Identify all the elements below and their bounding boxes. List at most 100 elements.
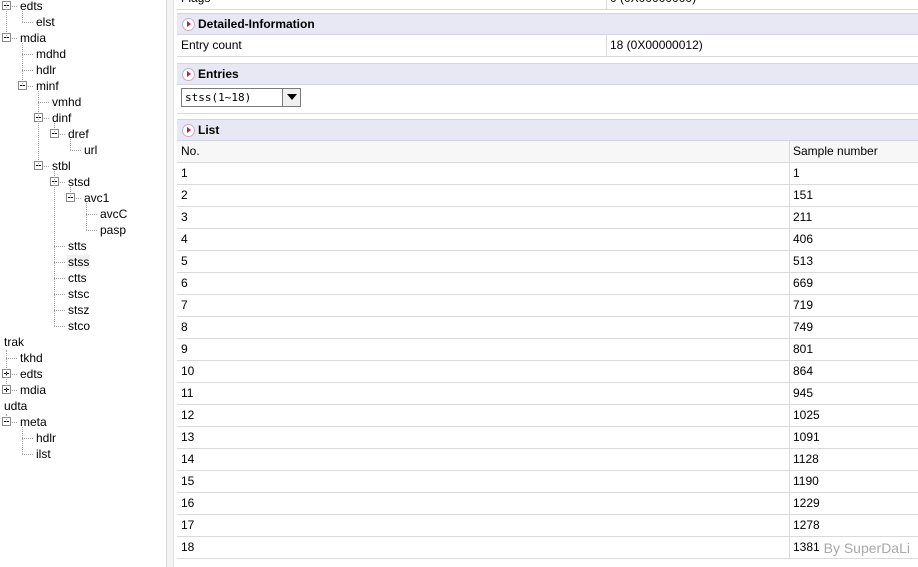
row-no: 14 [181, 452, 195, 466]
row-no: 15 [181, 474, 195, 488]
table-row[interactable]: 17 1278 [177, 515, 918, 537]
expand-arrow-icon[interactable] [182, 124, 195, 137]
table-row[interactable]: 11 945 [177, 383, 918, 405]
list-header[interactable]: List [177, 119, 918, 141]
dropdown-arrow-icon[interactable] [282, 89, 300, 106]
row-sample-number: 1025 [793, 408, 820, 422]
row-sample-number: 1128 [793, 452, 819, 466]
row-sample-number: 211 [793, 210, 813, 224]
tree-node-mdhd[interactable]: mdhd [35, 46, 67, 62]
row-no: 6 [181, 276, 188, 290]
entries-dropdown[interactable]: stss(1~18) [181, 88, 301, 107]
table-row[interactable]: 2 151 [177, 185, 918, 207]
row-no: 2 [181, 188, 188, 202]
entry-count-label: Entry count [181, 38, 242, 52]
row-no: 10 [181, 364, 195, 378]
tree-node-hdlr[interactable]: hdlr [35, 62, 57, 78]
row-sample-number: 719 [793, 298, 814, 312]
row-no: 17 [181, 518, 195, 532]
row-sample-number: 1190 [793, 474, 819, 488]
tree-node-label: meta [20, 415, 47, 429]
table-row[interactable]: 6 669 [177, 273, 918, 295]
table-row[interactable]: 4 406 [177, 229, 918, 251]
table-row[interactable]: 12 1025 [177, 405, 918, 427]
row-sample-number: 1229 [793, 496, 820, 510]
table-row[interactable]: 10 864 [177, 361, 918, 383]
row-no: 8 [181, 320, 188, 334]
tree-node-edts[interactable]: edts [19, 366, 44, 382]
tree-node-label: ilst [36, 447, 51, 461]
table-row[interactable]: 16 1229 [177, 493, 918, 515]
column-header-no: No. [181, 144, 200, 158]
tree-node-udta[interactable]: udta [3, 398, 28, 414]
table-row[interactable]: 3 211 [177, 207, 918, 229]
row-no: 12 [181, 408, 195, 422]
table-row[interactable]: 13 1091 [177, 427, 918, 449]
tree-node-url[interactable]: url [83, 142, 98, 158]
tree-node-label: avcC [100, 207, 128, 221]
tree-node-hdlr[interactable]: hdlr [35, 430, 57, 446]
table-row[interactable]: 18 1381 [177, 537, 918, 559]
tree-node-label: mdia [20, 31, 47, 45]
table-row[interactable]: 9 801 [177, 339, 918, 361]
tree-node-stco[interactable]: stco [67, 318, 91, 334]
table-row[interactable]: 8 749 [177, 317, 918, 339]
tree-node-label: avc1 [84, 191, 110, 205]
row-no: 4 [181, 232, 188, 246]
tree-node-label: elst [36, 15, 55, 29]
tree-node-stsc[interactable]: stsc [67, 286, 90, 302]
tree-node-stts[interactable]: stts [67, 238, 88, 254]
tree-node-label: hdlr [36, 63, 57, 77]
tree-node-mdia[interactable]: mdia [19, 382, 47, 398]
list-table-header: No. Sample number [177, 141, 918, 163]
table-row[interactable]: 7 719 [177, 295, 918, 317]
tree-node-avcC[interactable]: avcC [99, 206, 128, 222]
tree-node-label: hdlr [36, 431, 57, 445]
box-tree-panel[interactable]: edts elst mdia mdhd hdlr minf vmhd dinf dref url s… [0, 0, 166, 567]
detailed-information-header[interactable]: Detailed-Information [177, 13, 918, 35]
tree-node-label: stco [68, 319, 91, 333]
tree-node-label: stss [67, 255, 91, 269]
tree-node-mdia[interactable]: mdia [19, 30, 47, 46]
tree-node-ilst[interactable]: ilst [35, 446, 52, 462]
expand-arrow-icon[interactable] [182, 68, 195, 81]
tree-node-stsz[interactable]: stsz [67, 302, 90, 318]
flags-value: 0 (0X00000000) [610, 0, 696, 9]
flags-label: Flags [181, 0, 210, 9]
table-row[interactable]: 5 513 [177, 251, 918, 273]
pane-splitter[interactable] [166, 0, 174, 567]
table-row[interactable]: 15 1190 [177, 471, 918, 493]
tree-node-vmhd[interactable]: vmhd [51, 94, 82, 110]
row-sample-number: 1 [793, 166, 800, 180]
row-no: 5 [181, 254, 188, 268]
row-sample-number: 1278 [793, 518, 820, 532]
row-sample-number: 749 [793, 320, 814, 334]
entries-select-row: stss(1~18) [177, 85, 918, 114]
row-sample-number: 406 [793, 232, 814, 246]
tree-node-meta[interactable]: meta [19, 414, 48, 430]
entry-count-row: Entry count 18 (0X00000012) [177, 35, 918, 57]
tree-node-stss[interactable]: stss [67, 254, 91, 270]
tree-node-label: vmhd [52, 95, 82, 109]
tree-node-elst[interactable]: elst [35, 14, 56, 30]
row-no: 7 [181, 298, 188, 312]
table-row[interactable]: 14 1128 [177, 449, 918, 471]
tree-node-pasp[interactable]: pasp [99, 222, 127, 238]
tree-node-tkhd[interactable]: tkhd [19, 350, 44, 366]
tree-node-trak[interactable]: trak [3, 334, 25, 350]
tree-node-ctts[interactable]: ctts [67, 270, 88, 286]
table-row[interactable]: 11 [177, 163, 918, 185]
tree-node-label: stsz [68, 303, 90, 317]
tree-node-label: mdhd [36, 47, 67, 61]
detail-panel: Flags 0 (0X00000000) Detailed-Informatio… [174, 0, 918, 567]
row-sample-number: 1381 [793, 540, 820, 554]
entries-header[interactable]: Entries [177, 63, 918, 85]
expand-arrow-icon[interactable] [182, 18, 195, 31]
tree-node-avc1[interactable]: avc1 [83, 190, 110, 206]
tree-node-label: url [84, 143, 98, 157]
row-no: 16 [181, 496, 195, 510]
watermark: By SuperDaLi [823, 540, 910, 556]
tree-node-label: stsc [68, 287, 90, 301]
column-header-sample-number: Sample number [793, 144, 878, 158]
tree-node-label: edts [20, 367, 43, 381]
